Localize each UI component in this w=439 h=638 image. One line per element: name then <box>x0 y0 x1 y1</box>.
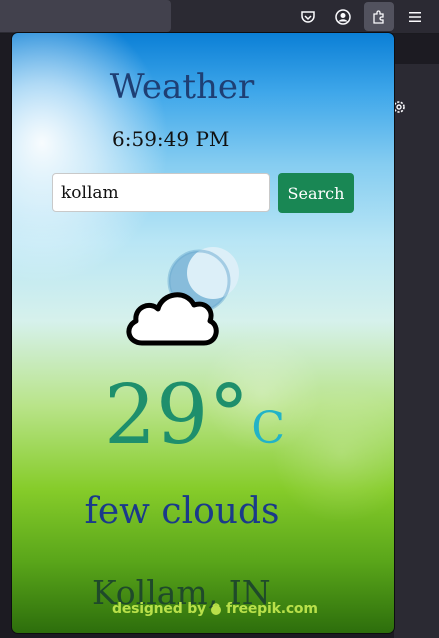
freepik-logo-icon <box>210 603 221 615</box>
account-icon <box>335 8 351 25</box>
search-button[interactable]: Search <box>278 173 354 213</box>
temperature-display: 29° C <box>104 375 285 457</box>
extensions-button[interactable] <box>364 2 394 31</box>
account-button[interactable] <box>328 2 358 31</box>
credit-prefix: designed by <box>112 601 206 617</box>
freepik-credit: designed by freepik.com <box>112 601 318 617</box>
extensions-icon <box>373 9 384 24</box>
app-title: Weather <box>109 67 255 107</box>
browser-toolbar <box>0 0 439 34</box>
credit-brand: freepik.com <box>225 601 318 617</box>
pocket-button[interactable] <box>293 2 323 31</box>
menu-icon <box>409 11 421 22</box>
clock-time: 6:59:49 PM <box>112 127 230 151</box>
cloud-moon-icon <box>120 243 240 357</box>
weather-popup: Weather 6:59:49 PM Search 29° C few clou… <box>12 33 394 633</box>
pocket-icon <box>301 10 315 23</box>
page-side-panel <box>394 64 439 638</box>
weather-condition: few clouds <box>84 491 280 532</box>
temperature-unit: C <box>251 403 286 454</box>
city-search-input[interactable] <box>52 173 270 212</box>
app-menu-button[interactable] <box>400 2 430 31</box>
address-bar[interactable] <box>0 0 171 32</box>
temperature-value: 29° <box>104 368 250 463</box>
